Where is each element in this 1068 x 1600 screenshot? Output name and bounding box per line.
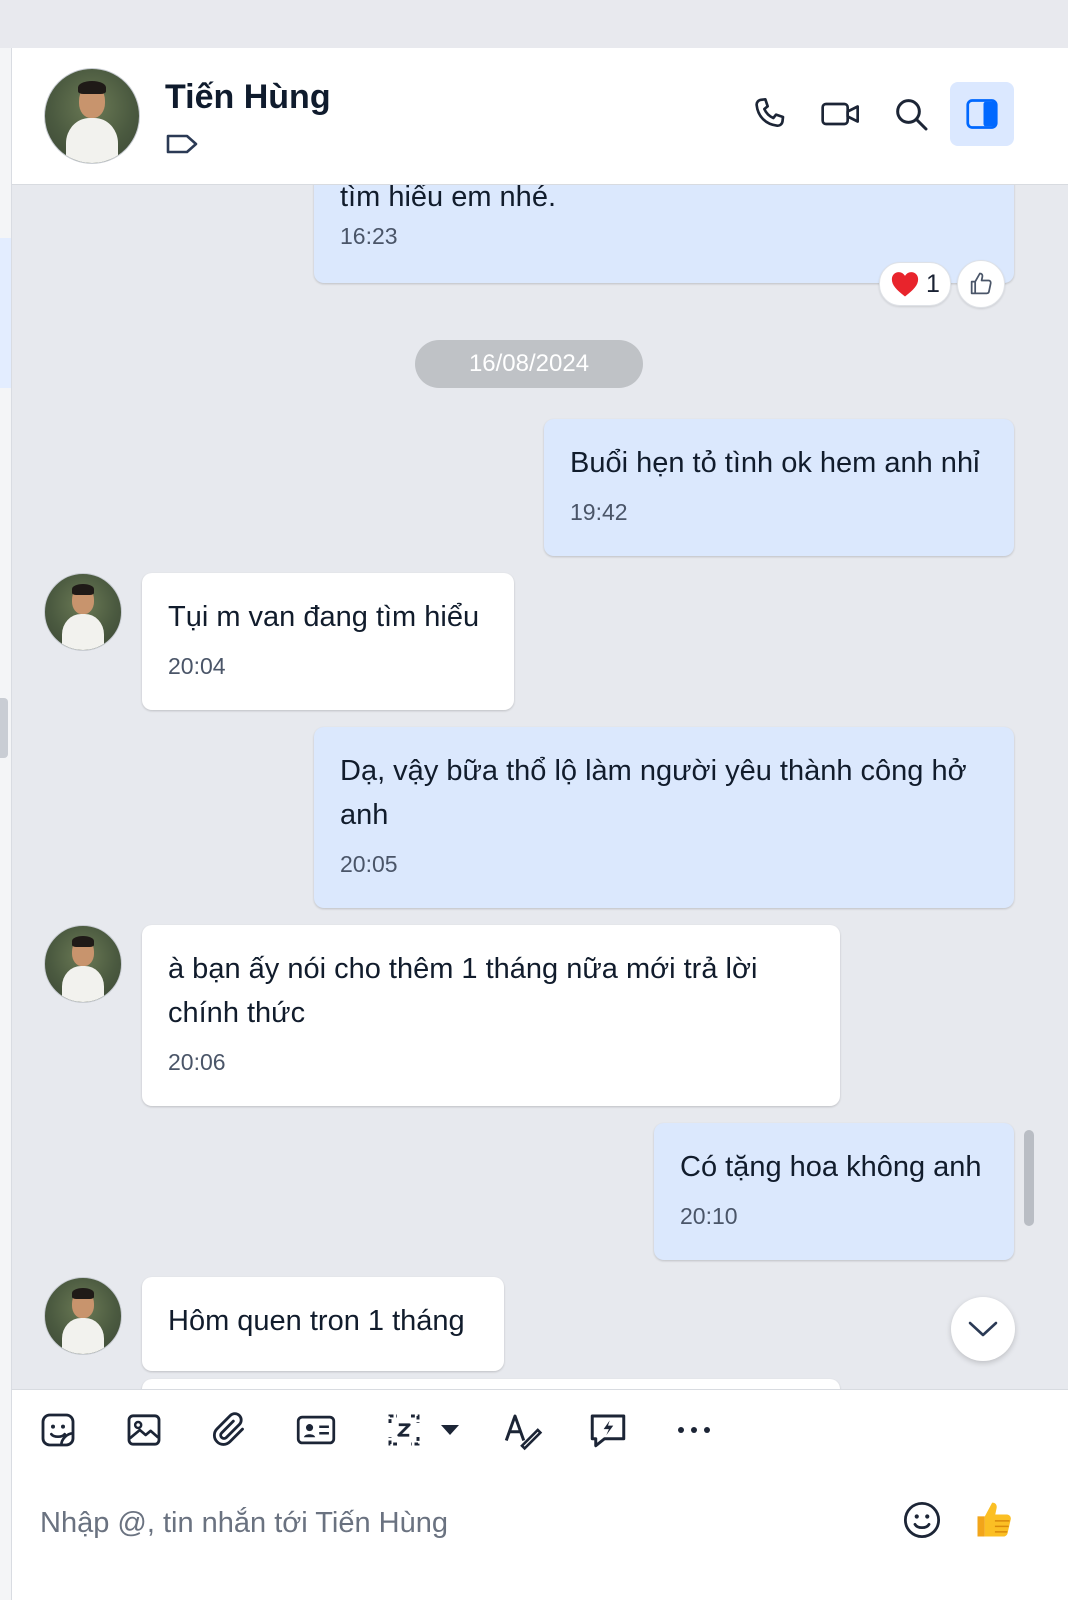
- reaction-badge[interactable]: 1: [879, 262, 951, 306]
- sidebar-toggle-icon[interactable]: [950, 82, 1014, 146]
- heart-icon: [891, 272, 919, 297]
- text-format-icon[interactable]: [496, 1404, 548, 1456]
- sender-avatar[interactable]: [44, 925, 122, 1003]
- message-bubble-incoming[interactable]: Hôm quen tron 1 tháng: [142, 1277, 504, 1371]
- quick-message-icon[interactable]: [582, 1404, 634, 1456]
- sticker-icon[interactable]: [32, 1404, 84, 1456]
- message-text: à bạn ấy nói cho thêm 1 tháng nữa mới tr…: [168, 953, 758, 1029]
- message-text: Có tặng hoa không anh: [680, 1151, 982, 1183]
- message-time: 20:05: [340, 851, 398, 877]
- message-text: tìm hiểu em nhé.: [340, 185, 556, 213]
- message-time: 16:23: [340, 223, 398, 249]
- attachment-icon[interactable]: [204, 1404, 256, 1456]
- message-bubble-outgoing[interactable]: Dạ, vậy bữa thổ lộ làm người yêu thành c…: [314, 727, 1014, 908]
- message-bubble-incoming[interactable]: Tụi m van đang tìm hiểu 20:04: [142, 573, 514, 710]
- reaction-count: 1: [926, 269, 940, 298]
- phone-icon[interactable]: [738, 82, 802, 146]
- dropdown-caret-icon[interactable]: [430, 1404, 470, 1456]
- chevron-down-icon: [968, 1321, 998, 1337]
- more-icon[interactable]: [668, 1404, 720, 1456]
- tag-icon[interactable]: [165, 132, 199, 156]
- sender-avatar[interactable]: [44, 1277, 122, 1355]
- message-text: Tụi m van đang tìm hiểu: [168, 601, 480, 633]
- message-text: Buổi hẹn tỏ tình ok hem anh nhỉ: [570, 447, 980, 479]
- message-bubble-incoming[interactable]: à bạn ấy nói cho thêm 1 tháng nữa mới tr…: [142, 925, 840, 1106]
- scroll-to-bottom-button[interactable]: [951, 1297, 1015, 1361]
- window-top-strip: [0, 0, 1068, 48]
- message-text: Dạ, vậy bữa thổ lộ làm người yêu thành c…: [340, 755, 967, 831]
- composer: [12, 1470, 1068, 1600]
- sender-avatar[interactable]: [44, 573, 122, 651]
- image-icon[interactable]: [118, 1404, 170, 1456]
- message-time: 20:04: [168, 653, 226, 679]
- contact-avatar[interactable]: [44, 68, 140, 164]
- message-bubble-incoming[interactable]: [142, 1379, 840, 1389]
- message-list[interactable]: tìm hiểu em nhé. 16:23 1 16/08/2024 Buổi…: [12, 185, 1068, 1389]
- message-time: 19:42: [570, 499, 628, 525]
- conversation-list-edge[interactable]: [0, 48, 12, 1600]
- video-call-icon[interactable]: [809, 82, 873, 146]
- message-input[interactable]: [38, 1500, 872, 1546]
- message-time: 20:06: [168, 1049, 226, 1075]
- date-separator: 16/08/2024: [415, 340, 643, 388]
- scrollbar-thumb[interactable]: [1024, 1130, 1034, 1226]
- message-time: 20:10: [680, 1203, 738, 1229]
- emoji-icon[interactable]: [896, 1494, 948, 1546]
- message-bubble-outgoing[interactable]: Có tặng hoa không anh 20:10: [654, 1123, 1014, 1260]
- panel-resize-handle[interactable]: [0, 698, 8, 758]
- search-icon[interactable]: [879, 82, 943, 146]
- message-bubble-outgoing[interactable]: Buổi hẹn tỏ tình ok hem anh nhỉ 19:42: [544, 419, 1014, 556]
- selected-conversation-highlight: [0, 238, 11, 388]
- contact-card-icon[interactable]: [290, 1404, 342, 1456]
- chat-header: Tiến Hùng: [12, 48, 1068, 185]
- composer-toolbar: [12, 1389, 1068, 1471]
- thumbs-up-icon[interactable]: [968, 1494, 1020, 1546]
- contact-name[interactable]: Tiến Hùng: [165, 78, 331, 117]
- message-text: Hôm quen tron 1 tháng: [168, 1305, 465, 1337]
- screenshot-icon[interactable]: [378, 1404, 430, 1456]
- thumbs-up-icon[interactable]: [957, 260, 1005, 308]
